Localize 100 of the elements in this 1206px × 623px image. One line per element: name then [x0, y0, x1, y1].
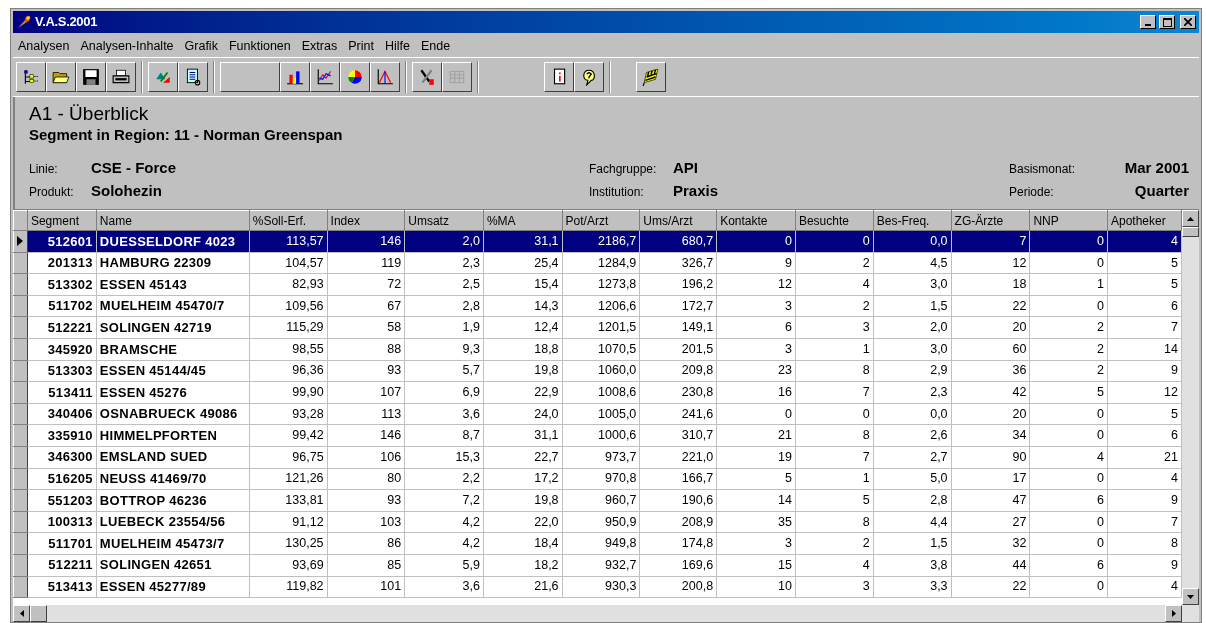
scroll-thumb[interactable]	[1182, 227, 1199, 237]
maximize-button[interactable]	[1159, 15, 1175, 29]
row-indicator[interactable]	[13, 381, 28, 404]
horizontal-scrollbar[interactable]	[13, 605, 1199, 622]
toolbar-button[interactable]	[412, 62, 442, 92]
column-header[interactable]: Name	[96, 210, 250, 231]
column-header[interactable]: %Soll-Erf.	[249, 210, 328, 231]
row-indicator[interactable]	[13, 273, 28, 296]
table-row[interactable]: 516205 NEUSS 41469/70 121,26 80 2,2 17,2 970,8 166,7 5 1 5,0 17 0 4	[13, 468, 1182, 490]
table-row[interactable]: 513413 ESSEN 45277/89 119,82 101 3,6 21,6 930,3 200,8 10 3 3,3 22 0 4	[13, 576, 1182, 598]
table-row[interactable]: 513303 ESSEN 45144/45 96,36 93 5,7 19,8 1060,0 209,8 23 8 2,9 36 2 9	[13, 360, 1182, 382]
table-row[interactable]: 512211 SOLINGEN 42651 93,69 85 5,9 18,2 932,7 169,6 15 4 3,8 44 6 9	[13, 554, 1182, 576]
table-row[interactable]: 201313 HAMBURG 22309 104,57 119 2,3 25,4 1284,9 326,7 9 2 4,5 12 0 5	[13, 252, 1182, 274]
table-cell: 9,3	[404, 338, 484, 361]
toolbar-button[interactable]	[148, 62, 178, 92]
minimize-button[interactable]	[1140, 15, 1156, 29]
row-indicator[interactable]	[13, 252, 28, 274]
row-indicator[interactable]	[13, 489, 28, 512]
menu-item[interactable]: Analysen	[18, 36, 70, 56]
tree-list-icon	[22, 68, 40, 86]
vertical-scrollbar[interactable]	[1182, 210, 1199, 605]
row-indicator[interactable]	[13, 360, 28, 382]
toolbar-button[interactable]	[544, 62, 574, 92]
row-indicator[interactable]	[13, 295, 28, 317]
column-header[interactable]: Index	[327, 210, 405, 231]
row-indicator[interactable]	[13, 554, 28, 576]
toolbar-button[interactable]	[310, 62, 340, 92]
scroll-right-button[interactable]	[1165, 605, 1182, 622]
table-row[interactable]: 512221 SOLINGEN 42719 115,29 58 1,9 12,4 1201,5 149,1 6 3 2,0 20 2 7	[13, 316, 1182, 339]
peak-chart-icon	[376, 68, 394, 86]
column-header[interactable]: Besuchte	[795, 210, 874, 231]
table-row[interactable]: 511701 MUELHEIM 45473/7 130,25 86 4,2 18,4 949,8 174,8 3 2 1,5 32 0 8	[13, 532, 1182, 555]
column-header[interactable]: %MA	[483, 210, 563, 231]
toolbar-button[interactable]	[16, 62, 46, 92]
row-indicator[interactable]	[13, 403, 28, 425]
table-cell: 4	[1029, 446, 1108, 469]
toolbar-button[interactable]	[280, 62, 310, 92]
table-cell: 5	[1107, 403, 1182, 425]
row-indicator[interactable]	[13, 511, 28, 533]
row-indicator[interactable]	[13, 468, 28, 490]
toolbar-button[interactable]	[574, 62, 604, 92]
close-button[interactable]	[1180, 15, 1196, 29]
row-indicator[interactable]	[13, 230, 28, 253]
menu-item[interactable]: Funktionen	[228, 36, 291, 56]
column-header[interactable]: Pot/Arzt	[562, 210, 640, 231]
menu-item[interactable]: Hilfe	[384, 36, 410, 56]
column-header[interactable]: Bes-Freq.	[873, 210, 952, 231]
toolbar-button[interactable]	[76, 62, 106, 92]
table-row[interactable]: 345920 BRAMSCHE 98,55 88 9,3 18,8 1070,5 201,5 3 1 3,0 60 2 14	[13, 338, 1182, 361]
toolbar-button[interactable]	[106, 62, 136, 92]
column-header[interactable]: Kontakte	[716, 210, 796, 231]
column-header[interactable]: NNP	[1029, 210, 1108, 231]
table-row[interactable]: 513411 ESSEN 45276 99,90 107 6,9 22,9 1008,6 230,8 16 7 2,3 42 5 12	[13, 381, 1182, 404]
row-indicator[interactable]	[13, 446, 28, 469]
table-cell: 3,6	[404, 403, 484, 425]
table-row[interactable]: 551203 BOTTROP 46236 133,81 93 7,2 19,8 960,7 190,6 14 5 2,8 47 6 9	[13, 489, 1182, 512]
scroll-down-button[interactable]	[1182, 588, 1199, 605]
table-row[interactable]: 335910 HIMMELPFORTEN 99,42 146 8,7 31,1 1000,6 310,7 21 8 2,6 34 0 6	[13, 424, 1182, 447]
table-row[interactable]: 346300 EMSLAND SUED 96,75 106 15,3 22,7 973,7 221,0 19 7 2,7 90 4 21	[13, 446, 1182, 469]
menu-item[interactable]: Extras	[301, 36, 338, 56]
menu-item[interactable]: Ende	[420, 36, 451, 56]
toolbar-button[interactable]	[340, 62, 370, 92]
table-row[interactable]: 512601 DUESSELDORF 4023 113,57 146 2,0 31,1 2186,7 680,7 0 0 0,0 7 0 4	[13, 230, 1182, 253]
row-indicator[interactable]	[13, 576, 28, 598]
toolbar-button[interactable]	[46, 62, 76, 92]
column-header[interactable]: ZG-Ärzte	[951, 210, 1030, 231]
table-row[interactable]: 100313 LUEBECK 23554/56 91,12 103 4,2 22,0 950,9 208,9 35 8 4,4 27 0 7	[13, 511, 1182, 533]
scroll-up-button[interactable]	[1182, 210, 1199, 227]
table-cell: 10	[716, 576, 796, 598]
printer-icon	[112, 68, 130, 86]
toolbar-button[interactable]	[370, 62, 400, 92]
toolbar-button[interactable]	[178, 62, 208, 92]
table-cell: OSNABRUECK 49086	[96, 403, 250, 425]
table-cell: 973,7	[562, 446, 640, 469]
column-header[interactable]: Umsatz	[404, 210, 484, 231]
table-cell: 17,2	[483, 468, 563, 490]
row-indicator[interactable]	[13, 338, 28, 361]
menu-item[interactable]: Grafik	[184, 36, 218, 56]
report-subtitle: Segment in Region: 11 - Norman Greenspan	[29, 125, 344, 145]
scroll-left-button[interactable]	[13, 605, 30, 622]
table-cell: 511702	[27, 295, 97, 317]
toolbar-button[interactable]	[636, 62, 666, 92]
table-row[interactable]: 511702 MUELHEIM 45470/7 109,56 67 2,8 14,3 1206,6 172,7 3 2 1,5 22 0 6	[13, 295, 1182, 317]
row-indicator[interactable]	[13, 316, 28, 339]
column-header[interactable]: Ums/Arzt	[639, 210, 717, 231]
table-cell: 85	[327, 554, 405, 576]
current-row-icon	[17, 236, 24, 247]
row-indicator[interactable]	[13, 532, 28, 555]
table-cell: 950,9	[562, 511, 640, 533]
scroll-thumb[interactable]	[30, 605, 47, 622]
bar-chart-icon	[286, 68, 304, 86]
table-row[interactable]: 513302 ESSEN 45143 82,93 72 2,5 15,4 1273,8 196,2 12 4 3,0 18 1 5	[13, 273, 1182, 296]
menu-item[interactable]: Print	[348, 36, 374, 56]
column-header[interactable]: Segment	[27, 210, 97, 231]
row-indicator[interactable]	[13, 424, 28, 447]
table-row[interactable]: 340406 OSNABRUECK 49086 93,28 113 3,6 24,0 1005,0 241,6 0 0 0,0 20 0 5	[13, 403, 1182, 425]
column-header[interactable]: Apotheker	[1107, 210, 1182, 231]
table-cell: ESSEN 45144/45	[96, 360, 250, 382]
menu-item[interactable]: Analysen-Inhalte	[80, 36, 174, 56]
blank-button[interactable]	[220, 62, 280, 92]
